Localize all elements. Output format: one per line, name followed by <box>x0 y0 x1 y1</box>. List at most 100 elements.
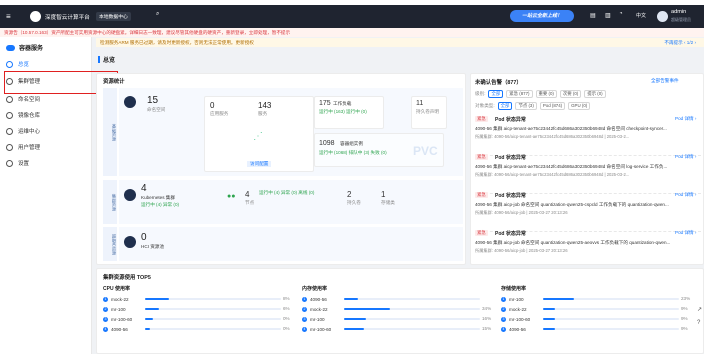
object-filter-node[interactable]: 节点 (3) <box>515 102 537 110</box>
user-role: 超级管理员 <box>671 17 691 22</box>
alert-description: 4090-56 集群 aicp-job 命名空间 quantization-qw… <box>475 202 669 207</box>
sidebar-item-users[interactable]: 用户管理 <box>6 141 86 153</box>
region-select[interactable]: 本地数据中心 <box>96 12 131 21</box>
alert-item[interactable]: 紧急 Pod 状态异常 Pod 详情 › 4090-56 集群 aicp-job 命名… <box>475 190 701 232</box>
level-filter-minor[interactable]: 次要 (0) <box>559 90 582 98</box>
ops-icon <box>6 127 13 135</box>
usage-bar-fill <box>145 318 154 320</box>
usage-bar-fill <box>543 298 575 300</box>
level-filter-label: 级别: <box>475 91 486 96</box>
usage-bar-fill <box>543 318 556 320</box>
cart-icon[interactable]: ▥ <box>605 12 611 19</box>
pv-count[interactable]: 2 <box>347 190 351 199</box>
sidebar-item-namespace[interactable]: 命名空间 <box>6 93 86 105</box>
level-filter-info[interactable]: 提示 (0) <box>584 90 606 98</box>
promo-banner[interactable]: 一站云全新上线！ <box>510 10 574 22</box>
sidebar-item-overview[interactable]: 总览 <box>6 58 86 70</box>
license-text: 检测服务ARM 服务已过期，请及时更新授权，否则无法正常使用。更新授权 <box>100 40 254 45</box>
level-filter-major[interactable]: 重要 (0) <box>535 90 557 98</box>
all-alerts-link[interactable]: 全部告警事件 <box>651 78 679 84</box>
storage-box[interactable]: 11 持久卷声明 <box>411 96 447 129</box>
pv-label: 持久卷 <box>347 200 361 205</box>
resource-card: 资源统计 基础资源 集群资源 超融合资源 15 命名空间 0 应用服务 143 … <box>96 73 466 265</box>
apps-count[interactable]: 0 <box>210 101 214 111</box>
pod-detail-link[interactable]: Pod 详情 › <box>675 116 696 122</box>
pod-detail-link[interactable]: Pod 详情 › <box>675 154 696 160</box>
sidebar-item-settings[interactable]: 设置 <box>6 157 86 169</box>
banner-pager[interactable]: 不再提示 ‹ 1/2 › <box>664 38 696 47</box>
warning-banner: 资源告（10.57.0.163）资产所配主可实用资源中心的硬盘紧。详细日志一致理… <box>0 28 704 37</box>
alert-item[interactable]: 紧急 Pod 状态异常 Pod 详情 › 4090-56 集群 aicp-tenant… <box>475 152 701 194</box>
workload-box[interactable]: 175 工作负载 运行中 (163) 运行中 (0) <box>314 96 384 129</box>
access-config-label[interactable]: 访问配置 <box>247 161 272 167</box>
rank-badge: 4 <box>103 326 108 332</box>
alert-title: Pod 状态异常 <box>495 155 526 161</box>
page-title-bar: 总览 <box>98 55 115 64</box>
rank-badge: 1 <box>103 296 108 302</box>
flow-graphic-icon: ⋰ <box>253 131 263 142</box>
level-filter-critical[interactable]: 紧急 (877) <box>506 90 533 98</box>
kubernetes-icon <box>124 189 136 201</box>
object-filter-gpu[interactable]: GPU (0) <box>568 102 591 110</box>
usage-bar <box>543 298 679 300</box>
language-switch[interactable]: 中文 <box>636 12 646 19</box>
avatar[interactable] <box>657 11 668 22</box>
alert-level-badge: 紧急 <box>475 154 488 160</box>
storageclass-count[interactable]: 1 <box>381 190 385 199</box>
usage-bar-fill <box>543 328 556 330</box>
sidebar-item-ops[interactable]: 运维中心 <box>6 125 86 137</box>
workload-panel: 0 应用服务 143 服务 ⋰ 访问配置 <box>204 96 314 172</box>
hci-count[interactable]: 0 <box>141 233 147 243</box>
level-filter: 级别: 全部 紧急 (877) 重要 (0) 次要 (0) 提示 (0) <box>475 90 606 98</box>
menu-icon[interactable]: ≡ <box>6 12 11 21</box>
user-icon <box>6 143 13 151</box>
share-icon[interactable]: ↗ <box>697 306 702 313</box>
nodes-count[interactable]: 4 <box>245 190 249 199</box>
rank-badge: 1 <box>302 296 307 302</box>
sidebar-item-registry[interactable]: 镜像仓库 <box>6 109 86 121</box>
cluster-name: 4090-56 <box>310 296 327 302</box>
usage-bar-fill <box>344 298 358 300</box>
alert-item[interactable]: 紧急 Pod 状态异常 Pod 详情 › 4090-56 集群 aicp-tenant… <box>475 114 701 156</box>
alert-item[interactable]: 紧急 Pod 状态异常 Pod 详情 › 4090-56 集群 aicp-job 命名… <box>475 228 701 270</box>
document-icon[interactable]: ▤ <box>590 12 596 19</box>
nodes-icon: ●● <box>227 193 236 200</box>
usage-bar <box>543 328 679 330</box>
alert-description: 4090-56 集群 aicp-tenant-ae75c23442fc45d68… <box>475 164 668 169</box>
usage-percent: 8% <box>283 296 290 301</box>
pod-detail-link[interactable]: Pod 详情 › <box>675 192 696 198</box>
namespace-count[interactable]: 15 <box>147 96 158 106</box>
usage-percent: 0% <box>283 316 290 321</box>
top5-column-mem: 内存使用率 1 4090-56 2 mock-22 34% 3 mr-100 16% 4 mr-10… <box>302 285 492 351</box>
cluster-name: mr-100 <box>509 296 524 302</box>
app-logo-icon <box>30 11 41 22</box>
workload-count: 175 <box>319 100 331 107</box>
sidebar-header: 容器服务 <box>6 43 43 52</box>
alerts-title: 未确认告警（877） <box>475 80 522 86</box>
alert-level-badge: 紧急 <box>475 192 488 198</box>
column-title: 存储使用率 <box>501 286 527 292</box>
search-icon[interactable]: ⌕ <box>156 11 159 18</box>
cluster-count[interactable]: 4 <box>141 184 147 194</box>
usage-bar <box>543 318 679 320</box>
alert-level-badge: 紧急 <box>475 116 488 122</box>
username[interactable]: admin <box>671 9 686 15</box>
usage-bar <box>344 318 480 320</box>
bell-icon[interactable]: ◔ <box>619 11 623 17</box>
pods-stats: 运行中 (1068) 排队中 (3) 失败 (0) <box>319 150 387 155</box>
help-icon[interactable]: ? <box>697 320 700 326</box>
level-filter-all[interactable]: 全部 <box>488 90 504 98</box>
usage-percent: 9% <box>681 306 688 311</box>
services-count[interactable]: 143 <box>258 101 271 111</box>
column-title: CPU 使用率 <box>103 286 130 292</box>
pods-box[interactable]: 1098 容器组实例 运行中 (1068) 排队中 (3) 失败 (0) PVC <box>314 133 444 167</box>
workload-label: 工作负载 <box>333 101 352 106</box>
storage-count: 11 <box>416 100 424 107</box>
top5-card: 集群资源使用 TOP5 CPU 使用率 1 mock-22 8% 2 mr-100 6% 3 m… <box>96 268 704 354</box>
object-filter-all[interactable]: 全部 <box>497 102 513 110</box>
object-filter-pod[interactable]: Pod (874) <box>539 102 566 110</box>
pod-detail-link[interactable]: Pod 详情 › <box>675 230 696 236</box>
page-title: 总览 <box>103 58 116 64</box>
cluster-name: mock-22 <box>111 296 129 302</box>
services-label: 服务 <box>258 111 268 116</box>
